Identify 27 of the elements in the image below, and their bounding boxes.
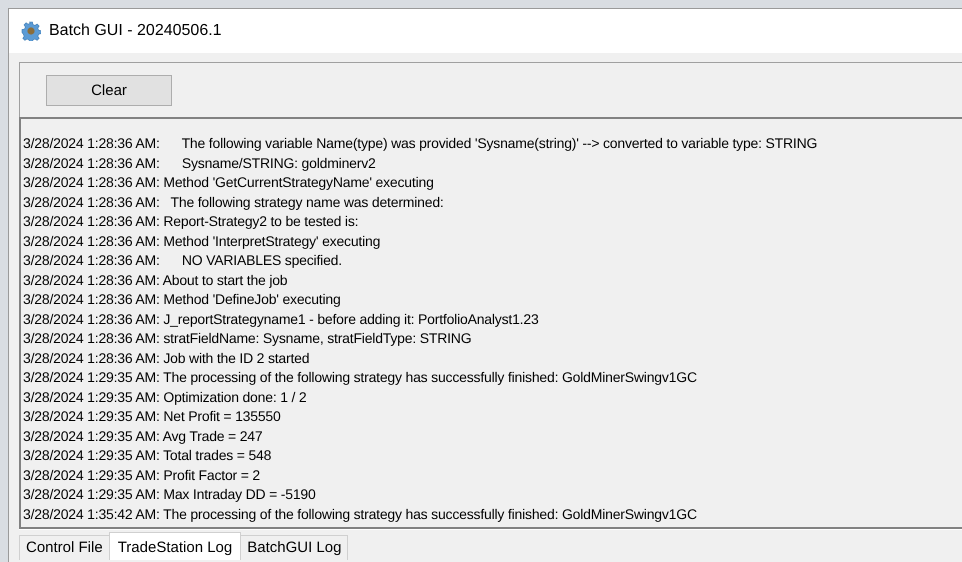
log-line: 3/28/2024 1:29:35 AM: Profit Factor = 2 [23,466,260,484]
log-line: 3/28/2024 1:28:36 AM: The following variable Name(type) was provided 'Sysname(string)' --> converted to variable type: STRING [23,134,818,153]
log-line: 3/28/2024 1:28:36 AM: Method 'DefineJob' executing [23,290,341,309]
log-line: 3/28/2024 1:28:36 AM: About to start the job [23,270,288,290]
log-line: 3/28/2024 1:29:35 AM: Total trades = 548 [23,446,272,465]
log-line: 3/28/2024 1:28:36 AM: stratFieldName: Sysname, stratFieldType: STRING [23,329,472,348]
log-line: 3/28/2024 1:29:35 AM: Optimization done: 1 / 2 [23,388,306,407]
log-line: 3/28/2024 1:28:36 AM: NO VARIABLES specified. [23,251,342,270]
log-line: 3/28/2024 1:28:36 AM: Sysname/STRING: goldminerv2 [23,154,376,173]
log-line: 3/28/2024 1:29:35 AM: The processing of the following strategy has successfully finished: GoldMinerSwingv1GC [23,368,697,387]
log-line: 3/28/2024 1:29:35 AM: Net Profit = 135550 [23,407,281,426]
log-line: 3/28/2024 1:28:36 AM: Report-Strategy2 to be tested is: [23,212,358,231]
log-line: 3/28/2024 1:29:35 AM: Max Intraday DD = -5190 [23,485,316,504]
window-title: Batch GUI - 20240506.1 [49,22,222,40]
log-line: 3/28/2024 1:28:36 AM: Method 'GetCurrentStrategyName' executing [23,173,434,192]
tab[interactable]: TradeStation Log [108,532,242,560]
log-line: 3/28/2024 1:28:36 AM: Job with the ID 2 started [23,348,310,368]
log-line: 3/28/2024 1:35:42 AM: The processing of the following strategy has successfully finished: GoldMinerSwingv1GC [23,504,697,524]
log-textbox[interactable] [19,117,962,529]
log-line: 3/28/2024 1:29:35 AM: Avg Trade = 247 [23,426,262,446]
log-line: 3/28/2024 1:28:36 AM: The following strategy name was determined: [23,192,444,212]
gear-icon [21,21,41,41]
log-line: 3/28/2024 1:28:36 AM: J_reportStrategyname1 - before adding it: PortfolioAnalyst1.23 [23,310,539,329]
log-line: 3/28/2024 1:28:36 AM: Method 'InterpretStrategy' executing [23,232,380,251]
tab[interactable]: Control File [19,535,110,560]
clear-button[interactable]: Clear [46,74,172,106]
tab[interactable]: BatchGUI Log [240,535,348,560]
